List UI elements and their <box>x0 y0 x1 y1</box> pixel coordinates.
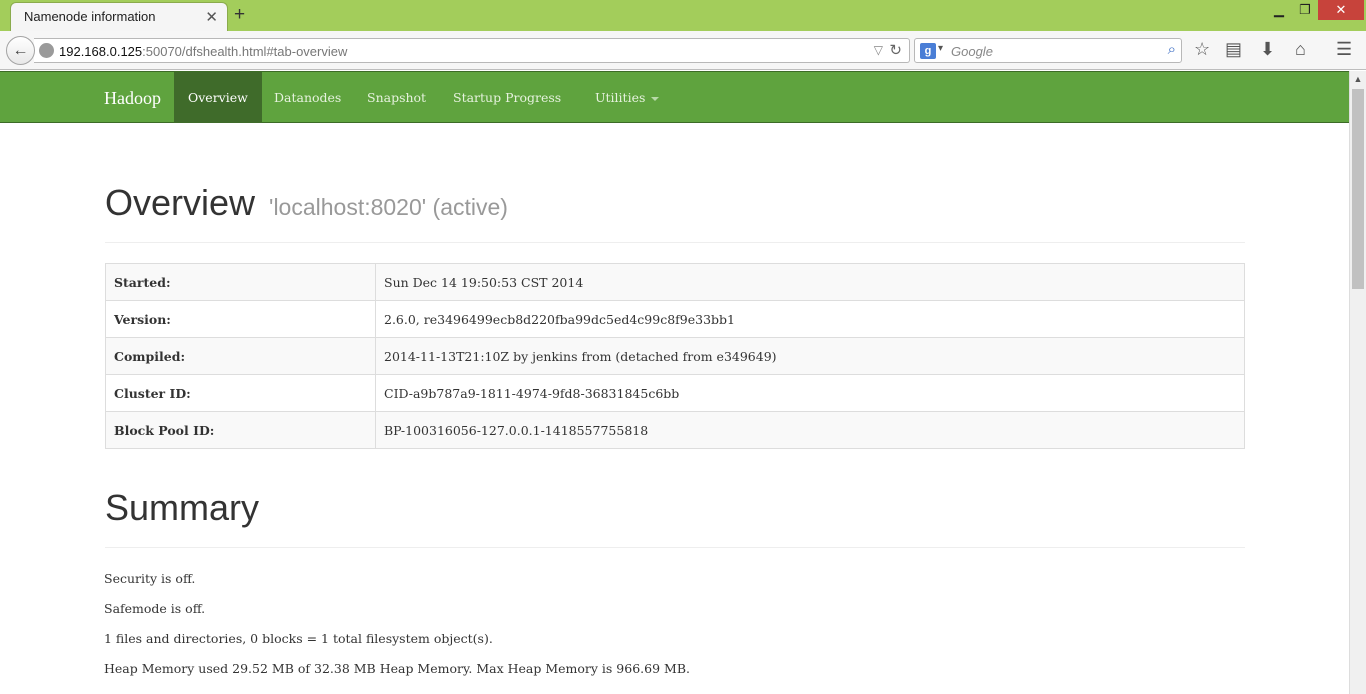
nav-snapshot[interactable]: Snapshot <box>353 72 440 123</box>
nav-datanodes[interactable]: Datanodes <box>260 72 355 123</box>
url-host: 192.168.0.125 <box>59 44 143 59</box>
search-input[interactable]: Google <box>951 44 993 59</box>
globe-icon <box>39 43 54 58</box>
summary-safemode: Safemode is off. <box>104 601 206 616</box>
table-row: Version: 2.6.0, re3496499ecb8d220fba99dc… <box>105 300 1245 338</box>
bookmark-star-icon[interactable]: ☆ <box>1194 39 1210 60</box>
downloads-icon[interactable]: ⬇ <box>1260 39 1275 60</box>
engine-dropdown-icon[interactable]: ▾ <box>938 43 943 54</box>
table-row: Block Pool ID: BP-100316056-127.0.0.1-14… <box>105 411 1245 449</box>
back-button[interactable]: ← <box>6 36 35 65</box>
tab-close-icon[interactable]: ✕ <box>205 8 218 26</box>
overview-subtitle: 'localhost:8020' (active) <box>269 194 508 220</box>
new-tab-icon[interactable]: + <box>234 4 245 26</box>
page-content: Hadoop Overview Datanodes Snapshot Start… <box>0 71 1349 694</box>
nav-utilities[interactable]: Utilities <box>581 72 673 123</box>
summary-filesystem-objects: 1 files and directories, 0 blocks = 1 to… <box>104 631 493 646</box>
row-value: CID-a9b787a9-1811-4974-9fd8-36831845c6bb <box>375 374 1245 412</box>
home-icon[interactable]: ⌂ <box>1295 39 1306 60</box>
page-scrollbar[interactable]: ▲ <box>1349 71 1366 694</box>
url-path: :50070/dfshealth.html#tab-overview <box>142 44 348 59</box>
divider <box>105 547 1245 548</box>
row-key: Compiled: <box>105 337 376 375</box>
row-value: BP-100316056-127.0.0.1-1418557755818 <box>375 411 1245 449</box>
url-bar[interactable]: 192.168.0.125:50070/dfshealth.html#tab-o… <box>34 38 910 63</box>
chevron-down-icon <box>651 96 660 101</box>
row-value: 2.6.0, re3496499ecb8d220fba99dc5ed4c99c8… <box>375 300 1245 338</box>
url-dropdown-icon[interactable]: ▽ <box>874 43 883 57</box>
browser-titlebar: Namenode information ✕ + ▁ ❐ ✕ <box>0 0 1366 31</box>
table-row: Compiled: 2014-11-13T21:10Z by jenkins f… <box>105 337 1245 375</box>
brand-link[interactable]: Hadoop <box>104 88 161 109</box>
row-key: Block Pool ID: <box>105 411 376 449</box>
table-row: Started: Sun Dec 14 19:50:53 CST 2014 <box>105 263 1245 301</box>
minimize-window-icon[interactable]: ▁ <box>1266 0 1292 20</box>
restore-window-icon[interactable]: ❐ <box>1292 0 1318 20</box>
hadoop-navbar: Hadoop Overview Datanodes Snapshot Start… <box>0 71 1349 123</box>
browser-toolbar: 192.168.0.125:50070/dfshealth.html#tab-o… <box>0 31 1366 70</box>
row-key: Cluster ID: <box>105 374 376 412</box>
overview-table: Started: Sun Dec 14 19:50:53 CST 2014 Ve… <box>105 263 1245 449</box>
scroll-thumb[interactable] <box>1352 89 1364 289</box>
nav-utilities-label: Utilities <box>595 90 646 105</box>
search-magnifier-icon[interactable]: ⌕ <box>1168 41 1176 58</box>
table-row: Cluster ID: CID-a9b787a9-1811-4974-9fd8-… <box>105 374 1245 412</box>
close-window-icon[interactable]: ✕ <box>1318 0 1364 20</box>
row-key: Started: <box>105 263 376 301</box>
overview-title: Overview <box>105 182 256 223</box>
nav-startup-progress[interactable]: Startup Progress <box>439 72 575 123</box>
row-value: Sun Dec 14 19:50:53 CST 2014 <box>375 263 1245 301</box>
menu-icon[interactable]: ☰ <box>1336 39 1352 60</box>
scroll-up-icon[interactable]: ▲ <box>1350 71 1366 88</box>
row-value: 2014-11-13T21:10Z by jenkins from (detac… <box>375 337 1245 375</box>
summary-title: Summary <box>105 487 260 528</box>
row-key: Version: <box>105 300 376 338</box>
url-text[interactable]: 192.168.0.125:50070/dfshealth.html#tab-o… <box>59 44 347 59</box>
tab-title: Namenode information <box>24 9 156 24</box>
nav-overview[interactable]: Overview <box>174 72 262 123</box>
summary-security: Security is off. <box>104 571 196 586</box>
google-engine-icon[interactable]: g <box>920 43 936 59</box>
summary-heap-memory: Heap Memory used 29.52 MB of 32.38 MB He… <box>104 661 690 676</box>
browser-tab[interactable]: Namenode information ✕ <box>10 2 228 31</box>
search-bar[interactable]: g ▾ Google ⌕ <box>914 38 1182 63</box>
divider <box>105 242 1245 243</box>
bookmarks-list-icon[interactable]: ▤ <box>1225 39 1242 60</box>
reload-icon[interactable]: ↻ <box>889 41 902 59</box>
overview-heading: Overview 'localhost:8020' (active) <box>105 182 508 224</box>
